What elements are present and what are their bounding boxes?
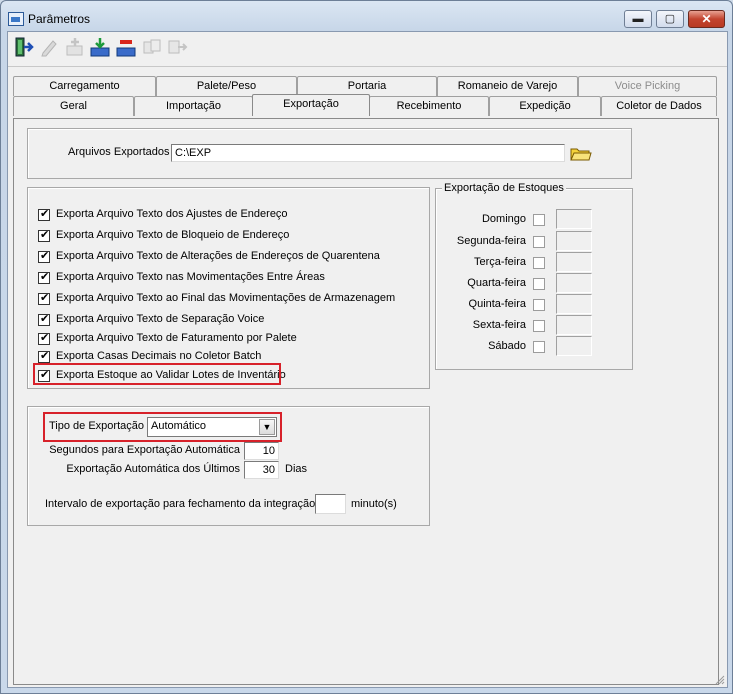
day-field-terca[interactable] [556,252,592,272]
arquivos-label: Arquivos Exportados [68,146,170,158]
checkbox-box[interactable] [38,270,50,284]
checkbox-box[interactable] [38,291,50,305]
arquivos-group: Arquivos Exportados C:\EXP [27,128,632,179]
tab-voice-picking[interactable]: Voice Picking [578,76,717,96]
copy-button[interactable] [140,35,164,59]
tab-panel-exportacao: Arquivos Exportados C:\EXP Exporta Arqui… [13,118,719,685]
delete-button[interactable] [114,35,138,59]
browse-folder-button[interactable] [568,142,592,164]
day-label-terca: Terça-feira [474,256,526,268]
checkbox-label: Exporta Casas Decimais no Coletor Batch [56,350,262,362]
maximize-icon: ▢ [664,13,676,25]
estoques-group: Exportação de Estoques Domingo Segunda-f… [435,182,633,370]
ultimos-field[interactable]: 30 [244,461,279,479]
day-label-quinta: Quinta-feira [468,298,526,310]
day-checkbox-quinta[interactable] [533,299,545,311]
highlight-box [33,363,281,385]
close-icon: ✕ [701,12,712,26]
checkbox-label: Exporta Arquivo Texto de Bloqueio de End… [56,229,290,241]
day-label-sexta: Sexta-feira [472,319,526,331]
toolbar-separator [8,66,727,67]
toolbar [8,32,727,64]
day-label-sabado: Sábado [488,340,526,352]
edit-pencil-icon [41,40,57,57]
intervalo-label: Intervalo de exportação para fechamento … [45,498,316,510]
exit-button[interactable] [12,35,36,59]
tab-palete-peso[interactable]: Palete/Peso [156,76,297,96]
highlight-box [43,412,282,442]
checkbox-box[interactable] [38,228,50,242]
title-bar[interactable]: Parâmetros ▬ ▢ ✕ [1,1,732,31]
checkbox-label: Exporta Arquivo Texto nas Movimentações … [56,271,325,283]
close-button[interactable]: ✕ [688,10,725,28]
tab-portaria[interactable]: Portaria [297,76,437,96]
tab-recebimento[interactable]: Recebimento [369,96,489,116]
save-button[interactable] [88,35,112,59]
download-save-icon [90,38,110,57]
day-checkbox-terca[interactable] [533,257,545,269]
checkbox-box[interactable] [38,349,50,363]
resize-grip-icon[interactable] [715,675,725,685]
day-checkbox-segunda[interactable] [533,236,545,248]
tab-exportacao[interactable]: Exportação [252,94,370,116]
tipo-exportacao-group: Tipo de Exportação Automático ▼ Segundos… [27,406,430,526]
checkbox-box[interactable] [38,331,50,345]
day-field-segunda[interactable] [556,231,592,251]
window-title: Parâmetros [28,12,91,26]
day-field-sexta[interactable] [556,315,592,335]
window: Parâmetros ▬ ▢ ✕ Carregamento Palete/Pes… [0,0,733,694]
minimize-button[interactable]: ▬ [624,10,652,28]
intervalo-field[interactable] [315,494,346,514]
checkbox-box[interactable] [38,312,50,326]
tab-romaneio-de-varejo[interactable]: Romaneio de Varejo [437,76,578,96]
checkbox-label: Exporta Arquivo Texto dos Ajustes de End… [56,208,288,220]
export-button[interactable] [165,35,189,59]
ultimos-label: Exportação Automática dos Últimos [66,463,240,475]
day-label-domingo: Domingo [481,213,526,225]
add-icon [66,38,83,56]
arquivos-path-field[interactable]: C:\EXP [171,144,565,162]
day-checkbox-sabado[interactable] [533,341,545,353]
day-field-quarta[interactable] [556,273,592,293]
exit-icon [15,37,34,57]
client-area: Carregamento Palete/Peso Portaria Romane… [7,31,728,688]
add-button[interactable] [63,35,87,59]
app-icon [8,12,24,26]
day-field-quinta[interactable] [556,294,592,314]
maximize-button[interactable]: ▢ [656,10,684,28]
day-field-sabado[interactable] [556,336,592,356]
tab-coletor-de-dados[interactable]: Coletor de Dados [601,96,717,116]
day-checkbox-domingo[interactable] [533,214,545,226]
checkbox-label: Exporta Arquivo Texto de Faturamento por… [56,332,297,344]
folder-icon [570,148,592,161]
day-label-quarta: Quarta-feira [467,277,526,289]
estoques-legend: Exportação de Estoques [442,182,566,194]
export-options-group: Exporta Arquivo Texto dos Ajustes de End… [27,187,430,389]
ultimos-unit: Dias [285,463,308,475]
tab-carregamento[interactable]: Carregamento [13,76,156,96]
checkbox-label: Exporta Arquivo Texto de Alterações de E… [56,250,380,262]
delete-icon [116,40,136,57]
day-checkbox-quarta[interactable] [533,278,545,290]
export-icon [168,40,188,54]
intervalo-unit: minuto(s) [351,498,397,510]
edit-button[interactable] [37,35,61,59]
tab-expedicao[interactable]: Expedição [489,96,601,116]
segundos-field[interactable]: 10 [244,442,279,460]
day-field-domingo[interactable] [556,209,592,229]
day-label-segunda: Segunda-feira [456,235,526,247]
minimize-icon: ▬ [632,13,644,25]
tab-importacao[interactable]: Importação [134,96,253,116]
checkbox-label: Exporta Arquivo Texto ao Final das Movim… [56,292,396,304]
segundos-label: Segundos para Exportação Automática [49,444,240,456]
copy-icon [143,39,161,54]
checkbox-label: Exporta Arquivo Texto de Separação Voice [56,313,265,325]
checkbox-box[interactable] [38,207,50,221]
checkbox-box[interactable] [38,249,50,263]
tab-geral[interactable]: Geral [13,96,134,116]
day-checkbox-sexta[interactable] [533,320,545,332]
